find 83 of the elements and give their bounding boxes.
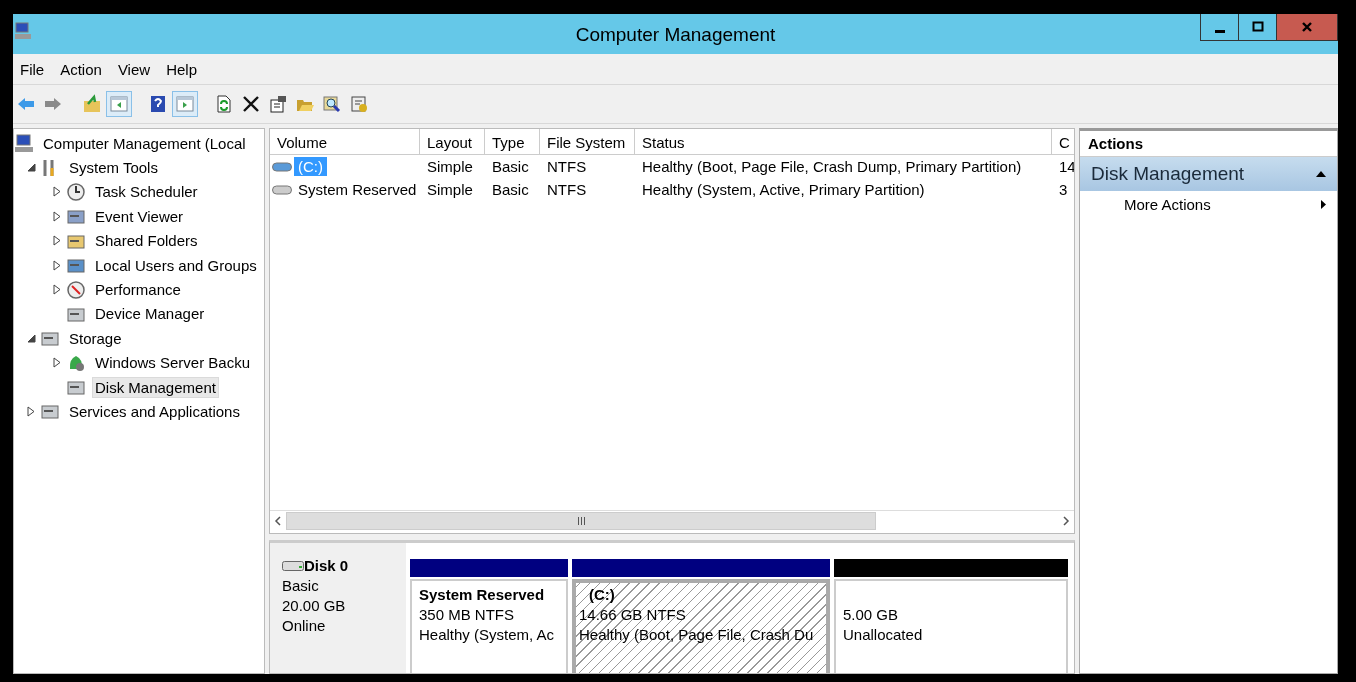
menu-item[interactable]: File [13, 60, 54, 78]
grip-icon [576, 517, 586, 525]
column-header[interactable]: Status [635, 129, 1052, 155]
clock-icon [66, 181, 86, 202]
horizontal-scrollbar[interactable] [270, 510, 1074, 531]
tree-item[interactable]: Storage [66, 327, 125, 349]
partition-size: 5.00 GB [843, 605, 900, 625]
properties-icon [268, 94, 288, 114]
partition-status: Unallocated [843, 625, 924, 645]
table-cell[interactable]: System Reserved [294, 180, 420, 199]
refresh-icon [214, 94, 234, 114]
tree-pane-icon [109, 94, 129, 114]
partition-name: (C:) [588, 585, 616, 605]
tree-item[interactable]: Performance [92, 279, 184, 301]
window-title: Computer Management [575, 24, 776, 46]
table-cell: Basic [492, 181, 529, 198]
maximize-icon [1251, 21, 1264, 33]
tree-item[interactable]: Services and Applications [66, 401, 243, 422]
settings-icon [349, 94, 369, 114]
expand-arrow-icon[interactable] [53, 284, 61, 296]
help-icon [148, 94, 168, 114]
minimize-icon [1214, 29, 1225, 33]
tree-item[interactable]: Disk Management [92, 376, 219, 398]
disk-type: Basic [282, 577, 320, 595]
table-cell: Simple [427, 181, 473, 198]
section-title: Disk Management [1091, 163, 1245, 185]
action-pane-icon [175, 94, 195, 114]
partition-block[interactable]: System Reserved 350 MB NTFS Healthy (System, Ac [410, 579, 568, 673]
column-header[interactable]: File System [540, 129, 635, 155]
partition-status: Healthy (System, Ac [419, 625, 556, 645]
partition-block[interactable]: (C:) 14.66 GB NTFS Healthy (Boot, Page File, Crash Du [572, 579, 830, 673]
tree-item[interactable]: Windows Server Backu [92, 352, 254, 374]
scrollbar-thumb[interactable] [286, 512, 876, 530]
tree-item[interactable]: Local Users and Groups [92, 254, 260, 276]
computer-icon [15, 22, 31, 40]
expand-arrow-icon[interactable] [53, 210, 61, 222]
table-cell: NTFS [547, 158, 587, 175]
folder-up-icon [82, 94, 102, 114]
column-header[interactable]: Type [485, 129, 540, 155]
expand-arrow-icon[interactable] [27, 406, 35, 417]
actions-section-header[interactable]: Disk Management [1080, 157, 1337, 191]
submenu-arrow-icon [1320, 199, 1327, 210]
collapse-arrow-icon[interactable] [26, 163, 36, 173]
menu-item[interactable]: View [110, 60, 160, 78]
partition-name: System Reserved [419, 585, 546, 605]
drive-icon [272, 184, 292, 195]
partition-block[interactable]: 5.00 GB Unallocated [834, 579, 1068, 673]
tree-item[interactable]: Computer Management (Local [40, 132, 249, 154]
tree-item[interactable]: Task Scheduler [92, 181, 201, 203]
computer-icon [14, 133, 34, 154]
tree-item[interactable]: System Tools [66, 157, 161, 179]
partition-size: 350 MB NTFS [419, 605, 516, 625]
menu-item[interactable]: Help [159, 60, 206, 78]
tree-item[interactable]: Device Manager [92, 303, 208, 325]
gauge-icon [66, 279, 86, 300]
drive-icon [272, 161, 292, 172]
expand-arrow-icon[interactable] [53, 186, 61, 198]
disk-size: 20.00 GB [282, 597, 347, 615]
collapse-arrow-icon[interactable] [26, 333, 36, 343]
table-cell: NTFS [547, 181, 587, 198]
tree-item[interactable]: Event Viewer [92, 205, 187, 227]
table-cell: Basic [492, 158, 529, 175]
partition-status: Healthy (Boot, Page File, Crash Du [579, 625, 815, 645]
collapse-arrow-icon[interactable] [1315, 170, 1327, 178]
table-cell: Healthy (System, Active, Primary Partition) [642, 181, 925, 198]
disk-name: Disk 0 [304, 557, 349, 575]
table-cell: Simple [427, 158, 473, 175]
expand-arrow-icon[interactable] [53, 259, 61, 271]
expand-arrow-icon[interactable] [53, 235, 61, 247]
partition-size: 14.66 GB NTFS [579, 605, 687, 625]
delete-icon [241, 94, 261, 114]
tree-item[interactable]: Shared Folders [92, 230, 201, 252]
action-item[interactable]: More Actions [1080, 191, 1337, 213]
column-header[interactable]: Layout [420, 129, 485, 155]
table-cell: 3 [1059, 181, 1068, 198]
search-icon [322, 94, 342, 114]
close-button[interactable] [1277, 14, 1337, 40]
column-header[interactable]: Volume [270, 129, 420, 155]
table-cell: Healthy (Boot, Page File, Crash Dump, Primary Partition) [642, 158, 1022, 175]
expand-arrow-icon[interactable] [53, 357, 61, 369]
close-icon [1301, 21, 1313, 33]
disk-status: Online [282, 617, 327, 635]
menu-item[interactable]: Action [53, 60, 111, 78]
